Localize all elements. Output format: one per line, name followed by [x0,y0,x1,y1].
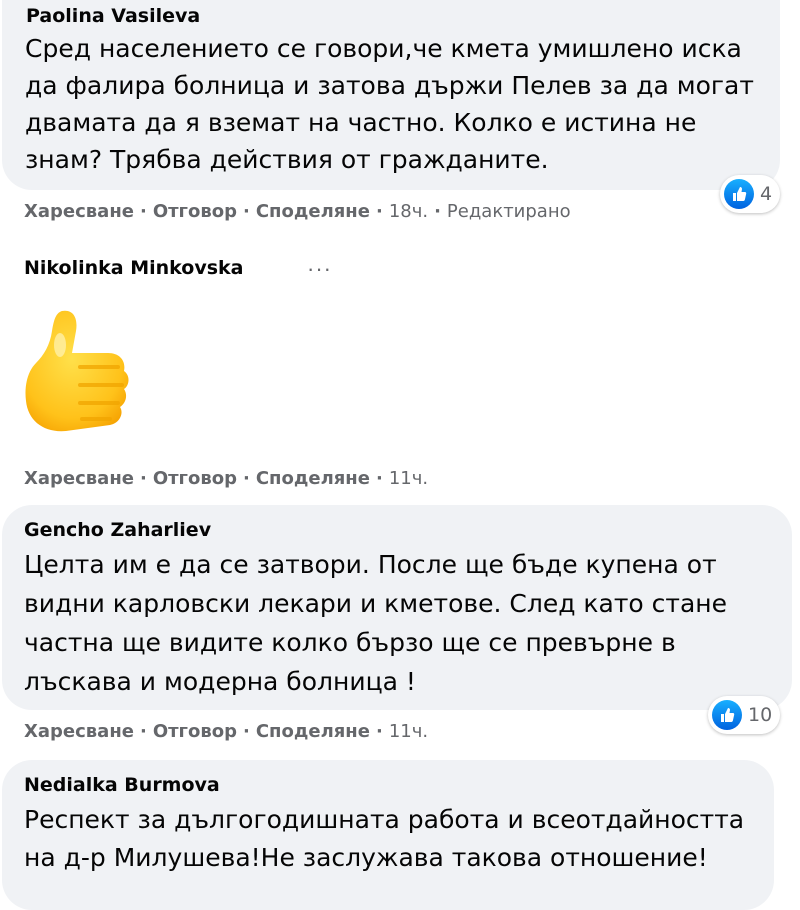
separator-dot: · [139,721,147,742]
separator-dot: · [139,468,147,489]
comment-actions: Харесване · Отговор · Споделяне · 11ч. [24,721,428,742]
separator-dot: · [375,468,383,489]
comment-author[interactable]: Paolina Vasileva [26,5,200,27]
reply-button[interactable]: Отговор [153,721,237,742]
comment-text-line: частна ще видите колко бързо ще се превъ… [24,628,676,657]
reaction-count-value: 10 [748,704,773,726]
reply-button[interactable]: Отговор [153,468,237,489]
thumbs-up-sticker [25,310,129,432]
separator-dot: · [242,201,250,222]
edited-label[interactable]: Редактирано [447,201,571,222]
comment-text-line: Целта им е да се затвори. После ще бъде … [24,550,717,579]
comment-timestamp[interactable]: 18ч. [389,201,428,222]
comment-author[interactable]: Gencho Zaharliev [24,519,211,541]
comment-author[interactable]: Nedialka Burmova [24,774,220,796]
comment-text-line: Респект за дългогодишната работа и всеот… [24,805,745,834]
comment-text-line: двамата да я вземат на частно. Колко е и… [25,108,697,137]
reaction-count-value: 4 [760,183,773,205]
like-button[interactable]: Харесване [24,721,134,742]
comment-actions: Харесване · Отговор · Споделяне · 11ч. [24,468,428,489]
comment-text-line: Сред населението се говори,че кмета умиш… [25,34,742,63]
comment-text-line: на д-р Милушева!Не заслужава такова отно… [24,843,708,872]
separator-dot: · [139,201,147,222]
like-button[interactable]: Харесване [24,201,134,222]
like-button[interactable]: Харесване [24,468,134,489]
more-options-icon[interactable]: ··· [307,258,332,280]
reply-button[interactable]: Отговор [153,201,237,222]
reaction-count[interactable]: 4 [720,175,781,213]
share-button[interactable]: Споделяне [256,468,370,489]
comment-author[interactable]: Nikolinka Minkovska [24,257,244,279]
comment-timestamp[interactable]: 11ч. [389,721,428,742]
comment-actions: Харесване · Отговор · Споделяне · 18ч. ·… [24,201,571,222]
comment-text-line: лъскава и модерна болница ! [24,667,416,696]
like-reaction-icon [712,700,742,730]
share-button[interactable]: Споделяне [256,721,370,742]
comment-text-line: видни карловски лекари и кметове. След к… [24,589,728,618]
comment-timestamp[interactable]: 11ч. [389,468,428,489]
separator-dot: · [242,721,250,742]
reaction-count[interactable]: 10 [708,696,781,734]
separator-dot: · [434,201,441,222]
comment-text-line: да фалира болница и затова държи Пелев з… [25,71,754,100]
separator-dot: · [242,468,250,489]
like-reaction-icon [724,179,754,209]
share-button[interactable]: Споделяне [256,201,370,222]
separator-dot: · [375,721,383,742]
comment-text-line: знам? Трябва действия от гражданите. [25,145,549,174]
separator-dot: · [375,201,383,222]
